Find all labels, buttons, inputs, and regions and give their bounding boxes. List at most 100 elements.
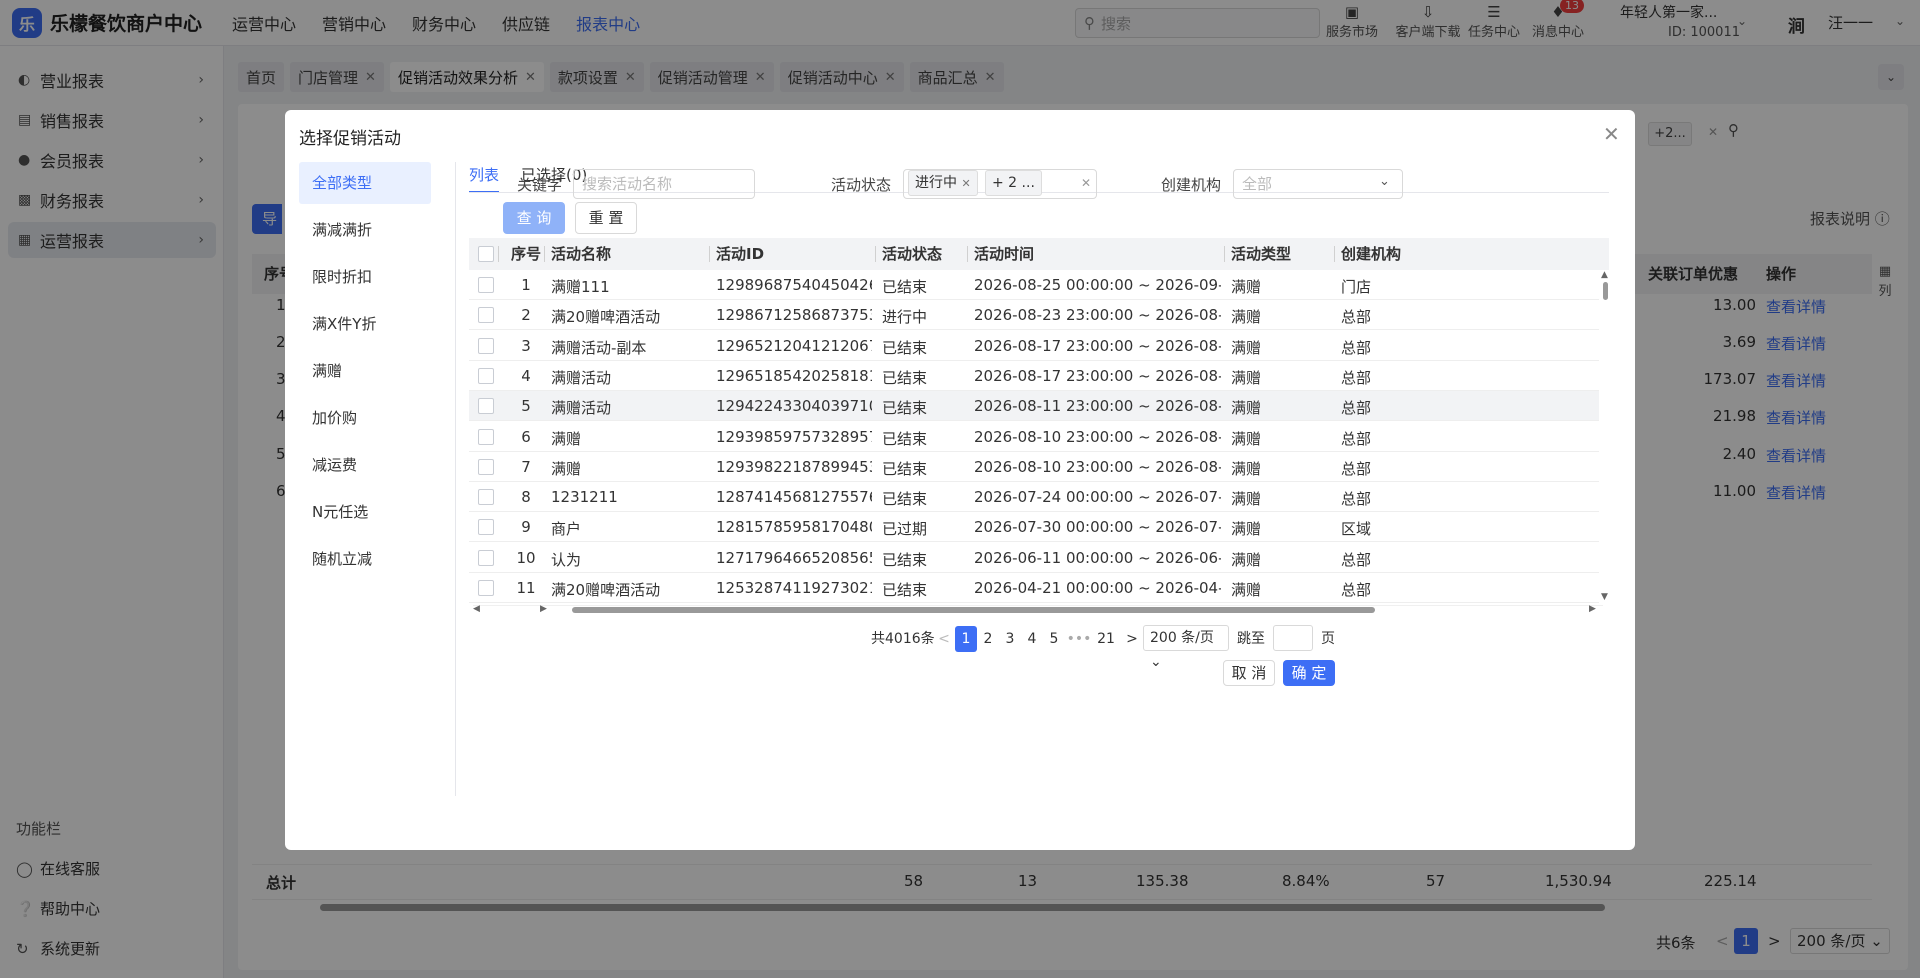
divider [498,246,499,262]
cell-name: 满赠活动 [551,399,612,418]
scroll-right-icon[interactable]: ▶ [540,604,547,614]
page-size-select[interactable]: 200 条/页 ⌄ [1143,625,1229,670]
col-status: 活动状态 [882,245,943,263]
page-21[interactable]: 21 [1093,626,1119,652]
page-3[interactable]: 3 [999,626,1021,652]
category-limited-discount[interactable]: 限时折扣 [299,256,431,298]
row-checkbox[interactable] [478,489,494,506]
cell-id: 1298968754045042688 [716,276,872,294]
cell-id: 1293982218789945345 [716,457,872,476]
row-checkbox[interactable] [478,307,494,324]
clear-icon[interactable]: ✕ [1081,176,1091,190]
category-x-items-y-discount[interactable]: 满X件Y折 [299,303,431,345]
cell-type: 满赠 [1231,459,1262,478]
jump-page-input[interactable] [1273,625,1313,651]
cell-org: 门店 [1341,278,1372,296]
col-no: 序号 [511,245,542,263]
category-shipping-reduction[interactable]: 减运费 [299,444,431,486]
cell-id: 1296518542025818113 [716,366,872,385]
cell-name: 满赠活动 [551,368,612,387]
query-button[interactable]: 查 询 [503,202,565,234]
tab-list[interactable]: 列表 [469,164,500,193]
cell-status: 已结束 [882,459,928,478]
cell-id: 1281578595817048065 [716,518,872,537]
page-ellipsis[interactable]: ••• [1065,626,1093,652]
keyword-input[interactable]: 搜索活动名称 [573,169,755,199]
cell-status: 已过期 [882,520,928,539]
category-gift[interactable]: 满赠 [299,350,431,392]
page-2[interactable]: 2 [977,626,999,652]
cancel-button[interactable]: 取 消 [1223,660,1275,686]
cell-time: 2026-07-24 00:00:00 ~ 2026-07-31 23:5… [974,488,1221,507]
cell-status: 已结束 [882,550,928,569]
confirm-button[interactable]: 确 定 [1283,660,1335,686]
divider [455,162,456,796]
close-icon[interactable]: ✕ [961,177,970,190]
scroll-down-icon[interactable]: ▼ [1601,592,1608,602]
scroll-right-icon[interactable]: ▶ [1589,604,1596,614]
category-n-yuan-pick[interactable]: N元任选 [299,491,431,533]
cell-type: 满赠 [1231,368,1262,387]
category-all[interactable]: 全部类型 [299,162,431,204]
cell-no: 6 [521,427,531,446]
cell-type: 满赠 [1231,308,1262,327]
category-random-reduction[interactable]: 随机立减 [299,538,431,580]
cell-type: 满赠 [1231,581,1262,599]
chevron-right-icon[interactable]: > [1121,626,1143,652]
reset-button[interactable]: 重 置 [575,202,637,234]
cell-no: 4 [521,366,531,385]
row-checkbox[interactable] [478,367,494,384]
cell-no: 3 [521,336,531,355]
cell-time: 2026-08-17 23:00:00 ~ 2026-08-25 22:5… [974,366,1221,385]
row-checkbox[interactable] [478,549,494,566]
cell-status: 已结束 [882,581,928,599]
cell-status: 已结束 [882,368,928,387]
cell-time: 2026-04-21 00:00:00 ~ 2026-04-28 23:5… [974,579,1221,597]
row-checkbox[interactable] [478,580,494,596]
cell-id: 1298671258687375361 [716,306,872,325]
cell-no: 7 [521,457,531,476]
vertical-scrollbar[interactable] [1603,282,1608,300]
cell-org: 总部 [1341,368,1372,387]
cell-time: 2026-08-23 23:00:00 ~ 2026-08-31 22:5… [974,306,1221,325]
cell-org: 总部 [1341,308,1372,327]
jump-label: 跳至 [1237,631,1265,647]
cell-type: 满赠 [1231,520,1262,539]
chevron-left-icon[interactable]: < [933,626,955,652]
row-checkbox[interactable] [478,519,494,536]
cell-id: 1271796466520856577 [716,548,872,567]
cell-id: 1253287411927302144 [716,579,872,597]
cell-time: 2026-08-10 23:00:00 ~ 2026-08-18 22:5… [974,457,1221,476]
category-full-reduction[interactable]: 满减满折 [299,209,431,251]
pager-total: 共4016条 [871,631,935,647]
cell-status: 已结束 [882,490,928,509]
cell-org: 总部 [1341,338,1372,357]
chevron-down-icon: ⌄ [1150,654,1162,670]
page-4[interactable]: 4 [1021,626,1043,652]
cell-type: 满赠 [1231,399,1262,418]
cell-no: 11 [516,579,536,597]
close-icon[interactable]: ✕ [1603,122,1620,146]
page-5[interactable]: 5 [1043,626,1065,652]
promo-table-header [469,238,1609,270]
chevron-down-icon: ⌄ [1379,174,1390,189]
page-1[interactable]: 1 [955,626,977,652]
scroll-up-icon[interactable]: ▲ [1601,270,1608,280]
row-checkbox[interactable] [478,337,494,354]
row-checkbox[interactable] [478,277,494,293]
row-checkbox[interactable] [478,458,494,475]
row-checkbox[interactable] [478,428,494,445]
status-tag-more[interactable]: + 2 ... [985,170,1042,196]
cell-status: 已结束 [882,278,928,296]
status-label: 活动状态 [831,176,892,194]
divider [875,246,876,262]
select-all-checkbox[interactable] [478,246,494,262]
category-add-on-purchase[interactable]: 加价购 [299,397,431,439]
scroll-left-icon[interactable]: ◀ [473,604,480,614]
org-select[interactable]: 全部 [1233,169,1403,199]
status-tag[interactable]: 进行中 ✕ [908,170,978,196]
cell-org: 总部 [1341,490,1372,509]
horizontal-scrollbar[interactable] [572,607,1375,613]
row-checkbox[interactable] [478,398,494,415]
cell-type: 满赠 [1231,278,1262,296]
